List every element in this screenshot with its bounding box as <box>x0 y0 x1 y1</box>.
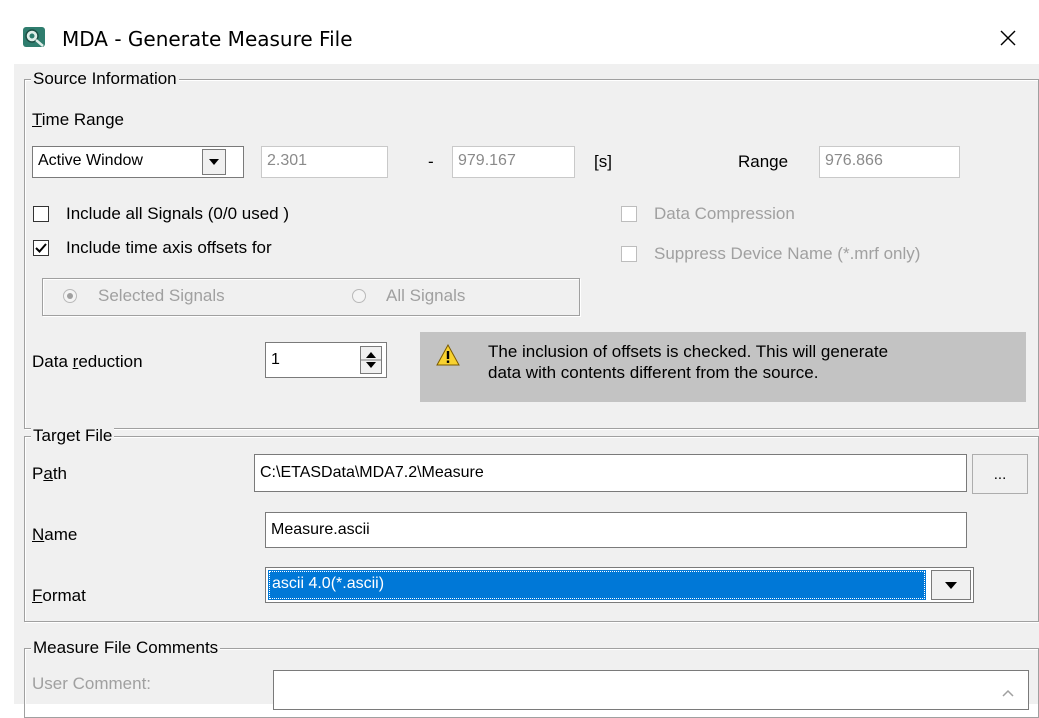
warning-text-line-2: data with contents different from the so… <box>488 363 819 382</box>
name-label: Name <box>32 525 78 544</box>
suppress-device-name-checkbox[interactable] <box>621 246 637 262</box>
mda-app-icon <box>23 27 45 47</box>
suppress-device-name-label: Suppress Device Name (*.mrf only) <box>654 244 921 263</box>
browse-path-button[interactable]: ... <box>972 454 1028 494</box>
title-bar: MDA - Generate Measure File <box>0 0 1039 72</box>
window-title: MDA - Generate Measure File <box>62 27 353 51</box>
warning-text-line-1: The inclusion of offsets is checked. Thi… <box>488 342 889 361</box>
warning-icon <box>436 344 460 366</box>
close-button[interactable] <box>986 18 1030 58</box>
scroll-up-icon[interactable] <box>1001 688 1015 698</box>
format-label: Format <box>32 586 86 605</box>
all-signals-radio[interactable] <box>352 289 366 303</box>
offset-warning-panel: The inclusion of offsets is checked. Thi… <box>420 332 1026 402</box>
range-value-field[interactable]: 976.866 <box>819 146 960 178</box>
dropdown-arrow-icon <box>945 581 957 589</box>
data-compression-label: Data Compression <box>654 204 795 223</box>
spinner-arrows-icon <box>361 352 381 368</box>
data-reduction-spinner[interactable] <box>360 346 382 374</box>
selected-signals-label: Selected Signals <box>98 286 225 305</box>
dropdown-arrow-icon <box>209 159 219 165</box>
path-label: Path <box>32 464 67 483</box>
dialog-client: Source Information Time Range Active Win… <box>14 64 1039 718</box>
selected-signals-radio[interactable] <box>63 289 77 303</box>
user-comment-field[interactable] <box>273 670 1029 710</box>
target-file-legend: Target File <box>31 426 115 445</box>
time-range-combo-value: Active Window <box>38 152 143 169</box>
time-range-label: Time Range <box>32 110 124 129</box>
format-combo-selected: ascii 4.0(*.ascii) <box>268 570 926 600</box>
format-dropdown-button[interactable] <box>931 570 971 600</box>
include-all-signals-checkbox[interactable] <box>33 206 49 222</box>
range-label: Range <box>738 152 789 171</box>
time-unit-label: [s] <box>594 152 612 171</box>
name-field[interactable]: Measure.ascii <box>265 512 967 548</box>
close-icon <box>1000 30 1016 46</box>
path-field[interactable]: C:\ETASData\MDA7.2\Measure <box>254 454 967 492</box>
checkmark-icon <box>35 243 47 253</box>
include-all-signals-label: Include all Signals (0/0 used ) <box>66 204 290 223</box>
measure-file-comments-legend: Measure File Comments <box>31 638 221 657</box>
data-compression-checkbox[interactable] <box>621 206 637 222</box>
source-information-legend: Source Information <box>31 69 179 88</box>
all-signals-label: All Signals <box>386 286 466 305</box>
user-comment-label: User Comment: <box>32 674 152 693</box>
format-combo[interactable]: ascii 4.0(*.ascii) <box>265 567 974 603</box>
include-offsets-checkbox[interactable] <box>33 240 49 256</box>
time-end-field[interactable]: 979.167 <box>452 146 575 178</box>
time-range-dropdown-button[interactable] <box>202 149 226 175</box>
time-separator: - <box>428 152 434 171</box>
time-start-field[interactable]: 2.301 <box>261 146 388 178</box>
data-reduction-label: Data reduction <box>32 352 143 371</box>
include-offsets-label: Include time axis offsets for <box>66 238 272 257</box>
